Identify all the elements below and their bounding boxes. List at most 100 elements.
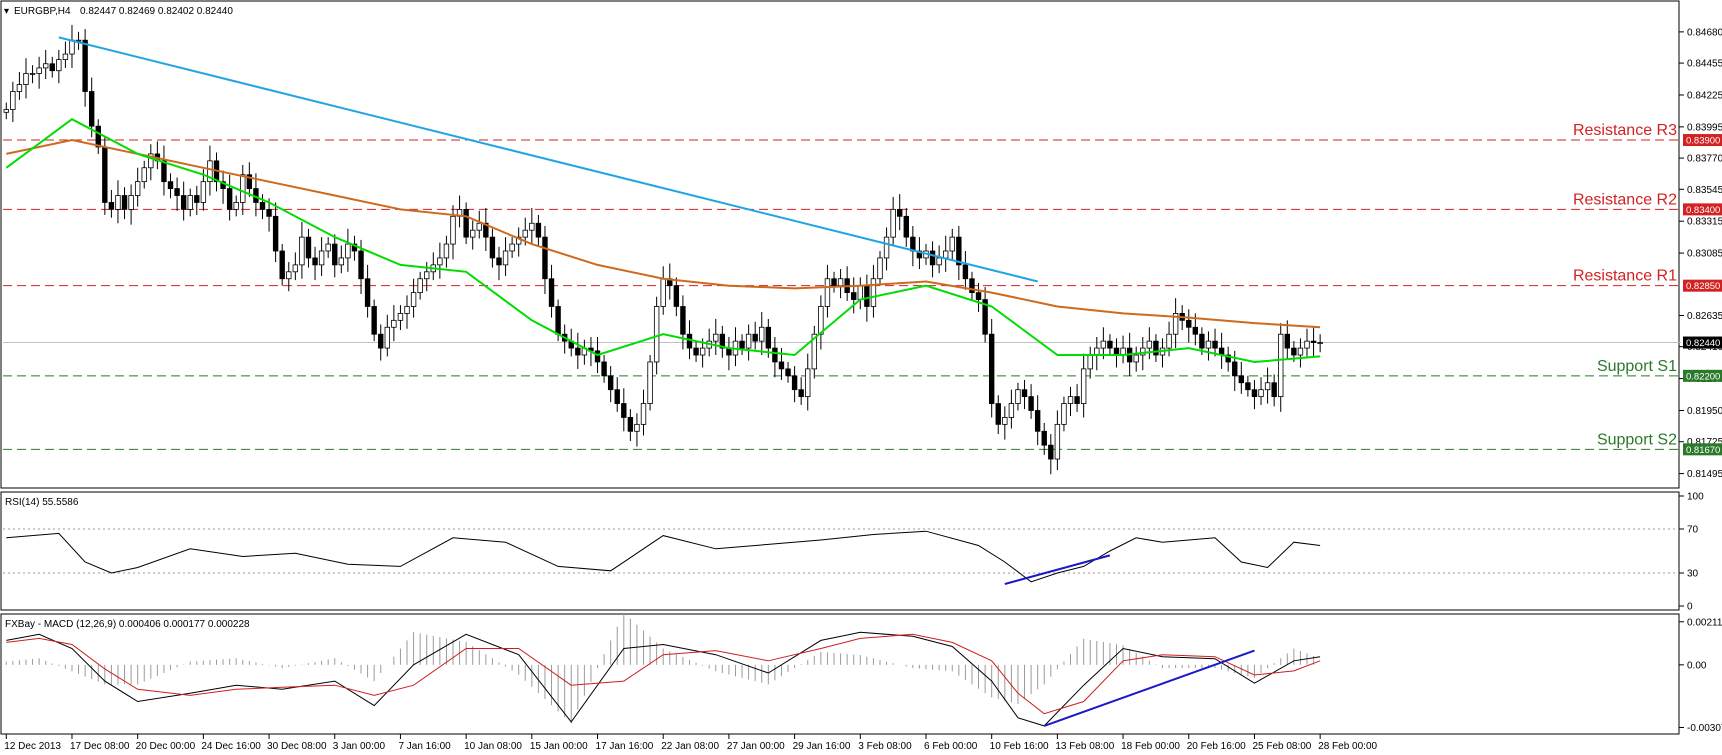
candle-body (1284, 333, 1290, 349)
candle-body (476, 222, 482, 231)
candle-body (1278, 333, 1284, 398)
candle-body (529, 222, 535, 231)
time-tick-label: 15 Jan 00:00 (530, 741, 588, 752)
candle-body (910, 236, 916, 252)
candle-body (397, 313, 404, 321)
candle-body (10, 91, 16, 110)
candle-body (62, 53, 69, 61)
candle-body (864, 285, 870, 307)
candle-body (49, 63, 55, 72)
time-tick-label: 24 Dec 16:00 (201, 741, 261, 752)
candle-body (292, 264, 299, 273)
price-tick-label: 0.84225 (1687, 90, 1722, 101)
candle-body (647, 361, 653, 404)
candle-body (653, 306, 660, 363)
candle-body (286, 271, 292, 280)
candle-body (936, 257, 942, 266)
time-tick-label: 20 Feb 16:00 (1187, 741, 1246, 752)
price-tick-label: 0.83315 (1687, 217, 1722, 228)
candle-body (489, 236, 496, 259)
candle-body (43, 63, 49, 69)
rsi-panel-frame (0, 491, 1680, 611)
candle-body (1100, 340, 1107, 349)
candle-body (82, 39, 88, 92)
candle-body (693, 347, 699, 356)
candle-body (56, 59, 62, 72)
candle-body (594, 350, 601, 363)
candle-body (621, 403, 627, 418)
candle-body (1264, 382, 1271, 391)
candle-body (1205, 340, 1212, 349)
candle-body (1310, 340, 1317, 343)
candle-body (266, 208, 272, 217)
candle-body (121, 195, 128, 210)
price-tick-label: 0.81495 (1687, 469, 1722, 480)
time-tick-label: 10 Feb 16:00 (990, 741, 1049, 752)
price-tick-label: 0.83995 (1687, 122, 1722, 133)
candle-body (470, 229, 476, 238)
rsi-axis: 100 70 30 0 (1679, 492, 1704, 613)
candle-body (791, 375, 798, 391)
candle-body (200, 181, 207, 203)
candle-body (614, 389, 620, 404)
panel-dropdown-icon[interactable]: ▾ (4, 6, 9, 17)
ohlc-readout: 0.82447 0.82469 0.82402 0.82440 (80, 6, 233, 17)
candle-body (134, 181, 141, 196)
candle-body (226, 188, 233, 210)
candle-body (798, 389, 804, 398)
candle-body (240, 174, 246, 203)
candle-body (555, 306, 561, 335)
candle-body (759, 326, 765, 342)
candle-body (607, 375, 614, 391)
candle-body (1028, 396, 1034, 411)
candle-body (1094, 347, 1100, 356)
candle-body (640, 403, 647, 425)
time-tick-label: 17 Dec 08:00 (70, 741, 130, 752)
candle-body (765, 326, 772, 349)
candle-body (1133, 354, 1139, 363)
price-tag-label: 0.82440 (1686, 338, 1720, 349)
candle-body (1041, 430, 1047, 446)
candle-body (1074, 396, 1080, 404)
candle-body (739, 340, 745, 349)
candle-body (699, 347, 706, 356)
price-tick-label: 0.83545 (1687, 185, 1722, 196)
candle-body (824, 278, 831, 307)
price-tick-label: 0.84455 (1687, 59, 1722, 70)
time-axis: 12 Dec 2013 17 Dec 08:00 20 Dec 00:00 24 De… (4, 734, 1378, 752)
candle-body (1317, 342, 1323, 344)
candle-body (23, 73, 29, 85)
candle-body (437, 257, 443, 266)
rsi-tick-label: 0 (1687, 602, 1693, 613)
candle-body (1304, 340, 1310, 349)
candle-body (305, 236, 312, 259)
candle-body (857, 285, 863, 300)
candle-body (318, 250, 325, 266)
time-tick-label: 12 Dec 2013 (4, 741, 61, 752)
candle-body (890, 208, 896, 238)
support-level-label: Support S1 (1597, 358, 1677, 375)
time-tick-label: 3 Feb 08:00 (858, 741, 912, 752)
candle-body (1212, 340, 1218, 349)
candle-body (259, 202, 266, 210)
candle-body (1238, 375, 1245, 384)
candle-body (1061, 403, 1067, 425)
candle-body (161, 160, 167, 183)
candle-body (851, 292, 857, 300)
candle-body (115, 195, 121, 210)
candle-body (509, 243, 515, 252)
candle-body (1153, 340, 1159, 356)
candle-body (548, 278, 555, 307)
time-tick-label: 25 Feb 08:00 (1252, 741, 1311, 752)
candle-body (975, 292, 982, 300)
candle-body (805, 368, 811, 398)
candle-body (384, 326, 391, 349)
candle-body (371, 306, 377, 335)
forex-chart: ▾ EURGBP,H4 0.82447 0.82469 0.82402 0.82… (0, 0, 1722, 752)
candle-body (1251, 389, 1258, 398)
candle-body (1107, 340, 1113, 349)
candle-body (673, 285, 680, 307)
time-tick-label: 20 Dec 00:00 (136, 741, 196, 752)
candle-body (312, 257, 318, 266)
candle-body (345, 243, 351, 259)
